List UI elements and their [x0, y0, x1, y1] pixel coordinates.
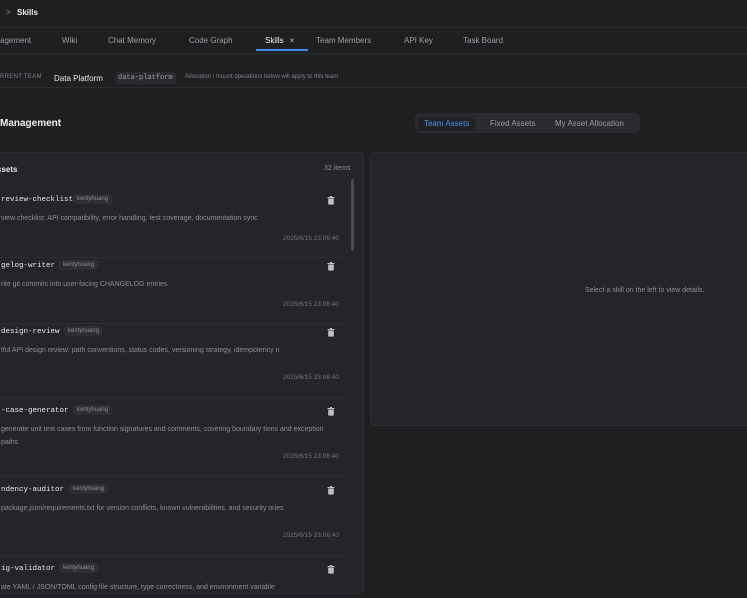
tab-skills[interactable]: Skills × — [265, 36, 294, 45]
assets-list-panel: ssets 32 items review-checklist kentyhua… — [0, 152, 364, 594]
trash-icon[interactable] — [327, 565, 335, 574]
assets-list-title: ssets — [0, 165, 18, 174]
breadcrumb-current: Skills — [17, 8, 38, 17]
skill-card[interactable]: -case-generator kentyhuang generate unit… — [0, 398, 345, 477]
skill-description: tful API design review: path conventions… — [1, 347, 280, 354]
skill-timestamp: 2025/6/15 23:06:40 — [282, 301, 339, 308]
author-badge: kentyhuang — [69, 484, 109, 494]
skill-name: ndency-auditor — [1, 486, 65, 494]
skill-timestamp: 2025/6/15 23:06:40 — [282, 453, 339, 460]
skill-card[interactable]: gelog-writer kentyhuang rite git commits… — [0, 253, 345, 324]
team-name: Data Platform — [54, 74, 103, 83]
skill-name: review-checklist — [1, 196, 74, 204]
assets-count: 32 items — [324, 165, 351, 172]
tab-management[interactable]: agement — [0, 36, 31, 45]
segment-my-asset-allocation[interactable]: My Asset Allocation — [549, 117, 630, 131]
skill-description: view checklist: API compatibility, error… — [1, 215, 258, 222]
team-note: Allocation / mount operations below will… — [185, 74, 339, 80]
tab-skills-label: Skills — [265, 36, 284, 45]
current-team-bar: RRENT TEAM Data Platform data-platform A… — [0, 67, 747, 88]
detail-empty-state: Select a skill on the left to view detai… — [585, 287, 705, 294]
team-code-badge: data-platform — [115, 72, 176, 84]
tab-chat-memory[interactable]: Chat Memory — [108, 36, 156, 45]
skill-name: ig-validator — [1, 565, 56, 573]
skill-detail-panel: Select a skill on the left to view detai… — [370, 152, 747, 426]
author-badge: kentyhuang — [73, 194, 113, 204]
tab-task-board[interactable]: Task Board — [463, 36, 503, 45]
skill-card[interactable]: design-review kentyhuang tful API design… — [0, 319, 345, 398]
asset-view-switcher: Team Assets Fixed Assets My Asset Alloca… — [415, 113, 640, 133]
list-scrollbar[interactable] — [351, 179, 354, 251]
tab-bar: agement Wiki Chat Memory Code Graph Skil… — [0, 28, 747, 54]
author-badge: kentyhuang — [73, 405, 113, 415]
tab-code-graph[interactable]: Code Graph — [189, 36, 233, 45]
segment-fixed-assets[interactable]: Fixed Assets — [484, 117, 541, 131]
skill-name: design-review — [1, 328, 60, 336]
skill-timestamp: 2025/6/15 23:06:40 — [282, 532, 339, 539]
top-bar: > Skills — [0, 0, 747, 28]
active-tab-indicator — [256, 49, 308, 51]
current-team-label: RRENT TEAM — [0, 74, 42, 80]
trash-icon[interactable] — [327, 486, 335, 495]
skill-name: gelog-writer — [1, 262, 56, 270]
trash-icon[interactable] — [327, 196, 335, 205]
author-badge: kentyhuang — [59, 260, 99, 270]
skill-card[interactable]: ndency-auditor kentyhuang package.json/r… — [0, 477, 345, 556]
skill-timestamp: 2025/6/15 23:06:40 — [282, 235, 339, 242]
skill-card[interactable]: review-checklist kentyhuang view checkli… — [0, 187, 345, 258]
skill-name: -case-generator — [1, 407, 69, 415]
skill-description: ate YAML / JSON/TOML config file structu… — [1, 584, 275, 591]
tab-wiki[interactable]: Wiki — [62, 36, 77, 45]
skill-description: rite git commits into user-facing CHANGE… — [1, 281, 168, 288]
assets-list-header: ssets 32 items — [0, 153, 363, 183]
skill-description: generate unit test cases from function s… — [1, 426, 324, 446]
skill-card[interactable]: ig-validator kentyhuang ate YAML / JSON/… — [0, 556, 345, 593]
skill-description: package.json/requirements.txt for versio… — [1, 505, 284, 512]
section-title: Management — [0, 118, 62, 129]
trash-icon[interactable] — [327, 407, 335, 416]
author-badge: kentyhuang — [59, 563, 99, 573]
segment-team-assets[interactable]: Team Assets — [418, 117, 476, 131]
tab-api-key[interactable]: API Key — [404, 36, 433, 45]
trash-icon[interactable] — [327, 328, 335, 337]
breadcrumb-separator: > — [6, 8, 11, 17]
author-badge: kentyhuang — [64, 326, 104, 336]
tab-team-members[interactable]: Team Members — [316, 36, 371, 45]
close-icon[interactable]: × — [290, 36, 295, 45]
trash-icon[interactable] — [327, 262, 335, 271]
skill-timestamp: 2025/6/15 23:06:40 — [282, 374, 339, 381]
